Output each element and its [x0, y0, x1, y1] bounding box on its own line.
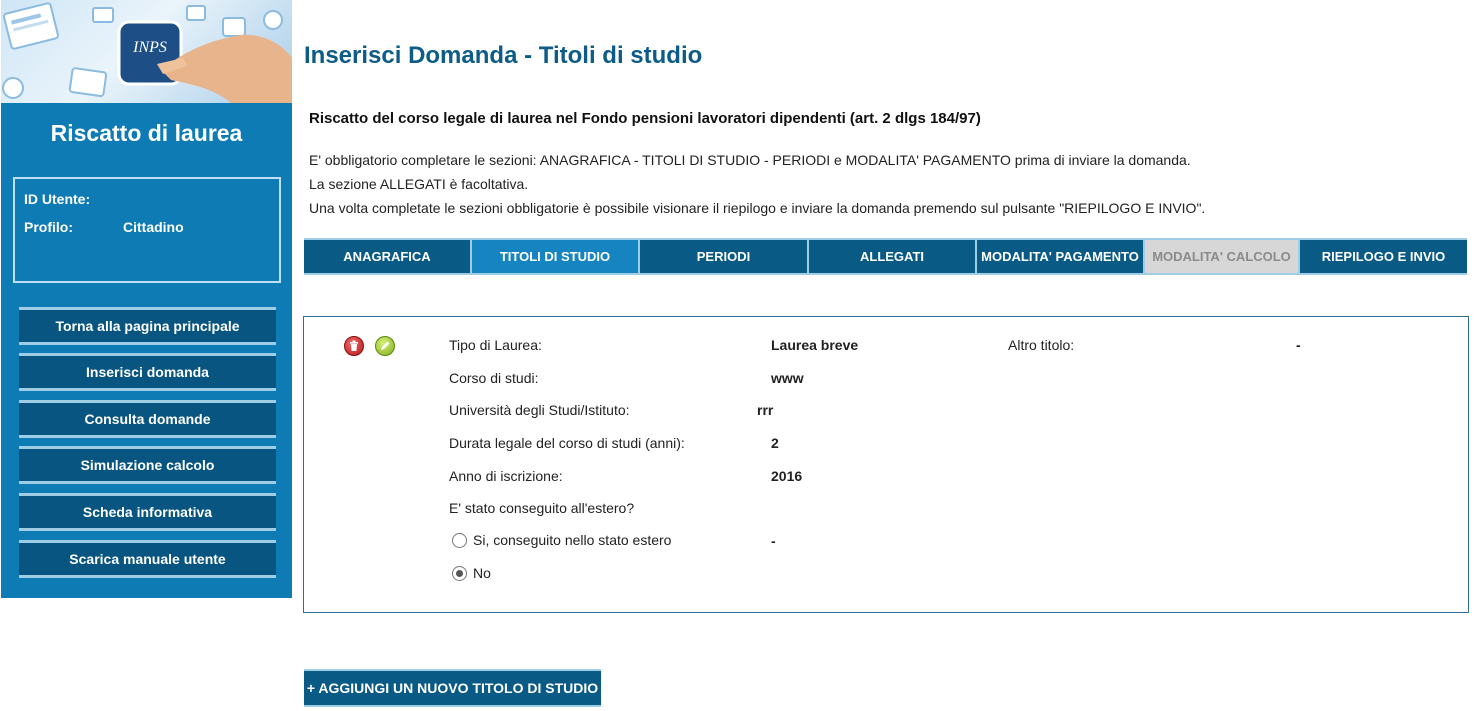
- abroad-yes-label: Si, conseguito nello stato estero: [473, 532, 672, 548]
- abroad-state-value: -: [771, 533, 776, 549]
- degree-type-value: Laurea breve: [771, 337, 859, 353]
- tab-modalita-pagamento[interactable]: MODALITA' PAGAMENTO: [977, 240, 1145, 273]
- tab-titoli-di-studio[interactable]: TITOLI DI STUDIO: [472, 240, 640, 273]
- insert-application-button[interactable]: Inserisci domanda: [19, 353, 276, 391]
- page-subtitle: Riscatto del corso legale di laurea nel …: [309, 110, 981, 127]
- page-title: Inserisci Domanda - Titoli di studio: [304, 42, 703, 69]
- user-info-box: ID Utente: Profilo: Cittadino: [13, 177, 281, 283]
- download-manual-button[interactable]: Scarica manuale utente: [19, 540, 276, 578]
- info-sheet-button[interactable]: Scheda informativa: [19, 493, 276, 531]
- tab-allegati[interactable]: ALLEGATI: [809, 240, 977, 273]
- inps-banner-image: INPS: [1, 0, 292, 103]
- abroad-no-label: No: [473, 565, 491, 581]
- degree-type-label: Tipo di Laurea:: [449, 337, 542, 353]
- tab-riepilogo-e-invio[interactable]: RIEPILOGO E INVIO: [1300, 240, 1467, 273]
- user-id-label: ID Utente:: [24, 191, 91, 207]
- university-value: rrr: [757, 402, 774, 418]
- abroad-no-radio[interactable]: [452, 565, 467, 581]
- other-title-value: -: [1296, 337, 1301, 353]
- consult-applications-button[interactable]: Consulta domande: [19, 400, 276, 438]
- home-button[interactable]: Torna alla pagina principale: [19, 307, 276, 345]
- trash-icon[interactable]: [344, 336, 364, 356]
- enrollment-year-value: 2016: [771, 468, 803, 484]
- tab-modalita-calcolo: MODALITA' CALCOLO: [1145, 240, 1300, 273]
- sidebar: INPS Riscatto di laurea ID Utente: Profi…: [1, 0, 292, 598]
- tab-anagrafica[interactable]: ANAGRAFICA: [304, 240, 472, 273]
- pencil-icon[interactable]: [375, 336, 395, 356]
- other-title-label: Altro titolo:: [1008, 337, 1075, 353]
- section-tabs: ANAGRAFICA TITOLI DI STUDIO PERIODI ALLE…: [304, 238, 1467, 275]
- profile-value: Cittadino: [123, 219, 184, 235]
- svg-text:INPS: INPS: [132, 39, 167, 56]
- enrollment-year-label: Anno di iscrizione:: [449, 468, 563, 484]
- add-study-title-button[interactable]: + AGGIUNGI UN NUOVO TITOLO DI STUDIO: [304, 669, 601, 707]
- duration-label: Durata legale del corso di studi (anni):: [449, 435, 685, 451]
- abroad-no-option[interactable]: No: [452, 565, 491, 581]
- sidebar-title: Riscatto di laurea: [50, 120, 243, 146]
- university-label: Università degli Studi/Istituto:: [449, 402, 630, 418]
- abroad-yes-radio[interactable]: [452, 532, 467, 548]
- abroad-yes-option[interactable]: Si, conseguito nello stato estero: [452, 532, 671, 548]
- study-title-record: Tipo di Laurea: Laurea breve Altro titol…: [303, 316, 1469, 613]
- course-value: www: [771, 370, 804, 386]
- info-line-mandatory: E' obbligatorio completare le sezioni: A…: [309, 152, 1191, 168]
- abroad-question: E' stato conseguito all'estero?: [449, 500, 635, 516]
- duration-value: 2: [771, 435, 779, 451]
- info-line-optional: La sezione ALLEGATI è facoltativa.: [309, 176, 529, 192]
- profile-row: Profilo: Cittadino: [24, 219, 184, 235]
- profile-label: Profilo:: [24, 219, 73, 235]
- user-id-row: ID Utente:: [24, 191, 90, 207]
- info-line-summary: Una volta completate le sezioni obbligat…: [309, 200, 1206, 216]
- banner-illustration: INPS: [2, 2, 292, 103]
- tab-periodi[interactable]: PERIODI: [640, 240, 809, 273]
- calculation-simulation-button[interactable]: Simulazione calcolo: [19, 446, 276, 484]
- course-label: Corso di studi:: [449, 370, 539, 386]
